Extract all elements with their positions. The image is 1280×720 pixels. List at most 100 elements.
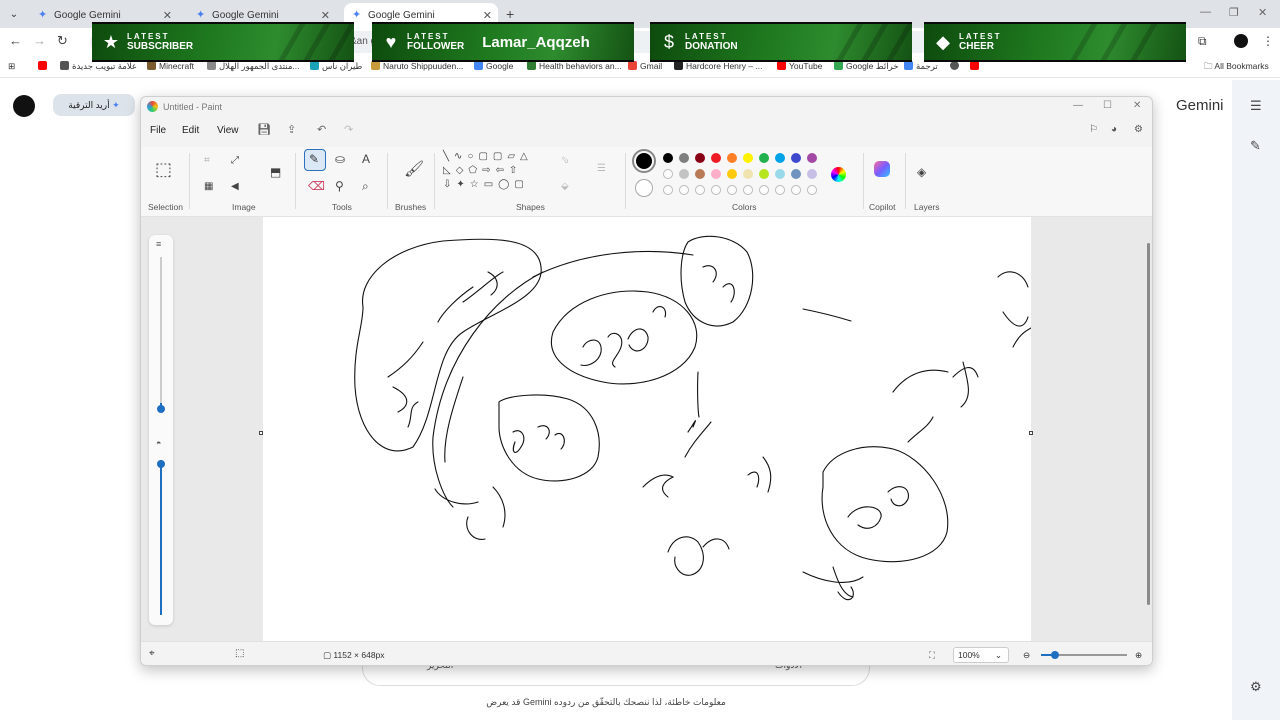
color-swatch[interactable]: [807, 169, 817, 179]
bookmark-new-tab[interactable]: علامة تبويب جديدة: [60, 61, 137, 72]
custom-color-slot[interactable]: [743, 185, 753, 195]
outline-icon[interactable]: ⬂: [561, 155, 569, 166]
color-swatch[interactable]: [791, 169, 801, 179]
account-avatar[interactable]: [13, 95, 35, 117]
color-swatch[interactable]: [727, 169, 737, 179]
secondary-color[interactable]: [635, 179, 653, 197]
bookmark-minecraft[interactable]: Minecraft: [147, 61, 194, 71]
text-icon[interactable]: A: [362, 152, 370, 166]
remove-background-icon[interactable]: ▦: [204, 181, 213, 192]
bookmark-maps[interactable]: Google خرائط: [834, 61, 899, 72]
custom-color-slot[interactable]: [775, 185, 785, 195]
bookmark-hardcore-henry[interactable]: Hardcore Henry – ...: [674, 61, 763, 71]
close-icon[interactable]: ✕: [483, 9, 492, 22]
color-swatch[interactable]: [775, 169, 785, 179]
zoom-in-icon[interactable]: ⊕: [1135, 650, 1142, 661]
bookmark-youtube[interactable]: YouTube: [777, 61, 822, 71]
shape-size-icon[interactable]: ☰: [597, 163, 606, 174]
opacity-slider-thumb[interactable]: [157, 460, 165, 468]
eraser-icon[interactable]: ⌫: [308, 179, 325, 193]
rotate-icon[interactable]: ◀: [231, 181, 239, 192]
menu-file[interactable]: File: [150, 125, 166, 136]
custom-color-slot[interactable]: [679, 185, 689, 195]
menu-icon[interactable]: ⋮: [1262, 34, 1274, 48]
paint-maximize-icon[interactable]: ☐: [1103, 100, 1112, 111]
menu-edit[interactable]: Edit: [182, 125, 199, 136]
color-swatch[interactable]: [775, 153, 785, 163]
tab-search-icon[interactable]: ⌄: [4, 4, 24, 24]
fill-style-icon[interactable]: ⬙: [561, 181, 569, 192]
crop-icon[interactable]: ⌗: [204, 155, 210, 166]
bookmark-gmail[interactable]: Gmail: [628, 61, 662, 71]
scrollbar-thumb[interactable]: [1147, 243, 1150, 605]
paint-settings-icon[interactable]: ⚙: [1134, 124, 1143, 135]
reload-icon[interactable]: ↻: [57, 33, 68, 49]
color-swatch[interactable]: [679, 169, 689, 179]
fit-to-window-icon[interactable]: ⛶: [929, 650, 935, 661]
back-icon[interactable]: ←: [9, 33, 22, 48]
zoom-slider-thumb[interactable]: [1051, 651, 1059, 659]
bookmark-translate[interactable]: ترجمة: [904, 61, 938, 72]
menu-view[interactable]: View: [217, 125, 239, 136]
extensions-icon[interactable]: ⧉: [1198, 34, 1207, 49]
brush-icon[interactable]: 🖌︎: [404, 159, 424, 179]
bookmark-globe[interactable]: [950, 61, 962, 71]
custom-color-slot[interactable]: [727, 185, 737, 195]
color-swatch[interactable]: [807, 153, 817, 163]
upgrade-button[interactable]: أريد الترقية ✦: [53, 94, 135, 116]
layers-icon[interactable]: ◈: [917, 165, 926, 179]
undo-icon[interactable]: ↶: [317, 123, 326, 136]
resize-icon[interactable]: ⤢: [231, 155, 239, 166]
copilot-icon[interactable]: [874, 161, 890, 177]
bookmark-google[interactable]: Google: [474, 61, 513, 71]
shapes-row-1[interactable]: ╲∿○▢▢▱△: [443, 151, 533, 162]
size-slider-track[interactable]: [160, 257, 162, 407]
color-swatch[interactable]: [663, 169, 673, 179]
color-swatch[interactable]: [663, 153, 673, 163]
new-tab-button[interactable]: +: [506, 6, 514, 22]
color-swatch[interactable]: [759, 153, 769, 163]
custom-color-slot[interactable]: [807, 185, 817, 195]
account-icon[interactable]: ◕: [1111, 124, 1117, 135]
color-swatch[interactable]: [679, 153, 689, 163]
color-swatch[interactable]: [695, 169, 705, 179]
restore-icon[interactable]: ❐: [1229, 6, 1239, 19]
color-picker-icon[interactable]: ⚲: [335, 179, 344, 193]
color-swatch[interactable]: [727, 153, 737, 163]
edit-colors-icon[interactable]: [831, 167, 846, 182]
settings-icon[interactable]: ⚙: [1250, 679, 1262, 695]
shapes-row-3[interactable]: ⇩✦☆▭◯▢: [443, 179, 529, 190]
resize-handle-left[interactable]: [259, 431, 263, 435]
fill-icon[interactable]: ⛀: [335, 152, 345, 166]
magnifier-icon[interactable]: ⌕: [362, 179, 369, 194]
feedback-icon[interactable]: ⚐: [1089, 124, 1098, 135]
shapes-row-2[interactable]: ◺◇⬠⇨⇦⇧: [443, 165, 522, 176]
color-swatch[interactable]: [711, 169, 721, 179]
zoom-select[interactable]: 100% ⌄: [953, 647, 1009, 663]
custom-color-slot[interactable]: [695, 185, 705, 195]
new-chat-icon[interactable]: ✎: [1250, 138, 1261, 154]
color-swatch[interactable]: [743, 153, 753, 163]
apps-icon[interactable]: ⊞: [8, 61, 15, 72]
hamburger-menu-icon[interactable]: ☰: [1250, 98, 1262, 114]
all-bookmarks[interactable]: 🗀 All Bookmarks: [1204, 61, 1269, 75]
bookmark-naruto[interactable]: Naruto Shippuuden...: [371, 61, 463, 71]
zoom-out-icon[interactable]: ⊖: [1023, 650, 1030, 661]
bookmark-hilal[interactable]: منتدى الجمهور الهلال...: [207, 61, 300, 72]
vertical-scrollbar[interactable]: [1145, 217, 1152, 641]
minimize-icon[interactable]: —: [1200, 6, 1211, 18]
color-swatch[interactable]: [759, 169, 769, 179]
redo-icon[interactable]: ↷: [344, 123, 353, 136]
color-swatch[interactable]: [791, 153, 801, 163]
selection-icon[interactable]: ⬚: [155, 159, 172, 180]
drawing-canvas[interactable]: [263, 217, 1034, 641]
resize-handle-right[interactable]: [1029, 431, 1033, 435]
custom-color-slot[interactable]: [711, 185, 721, 195]
color-swatch[interactable]: [711, 153, 721, 163]
paint-close-icon[interactable]: ✕: [1133, 100, 1141, 111]
bookmark-0[interactable]: [38, 61, 50, 71]
profile-avatar[interactable]: [1234, 34, 1248, 48]
primary-color[interactable]: [632, 149, 656, 173]
close-icon[interactable]: ✕: [163, 9, 172, 22]
custom-color-slot[interactable]: [791, 185, 801, 195]
